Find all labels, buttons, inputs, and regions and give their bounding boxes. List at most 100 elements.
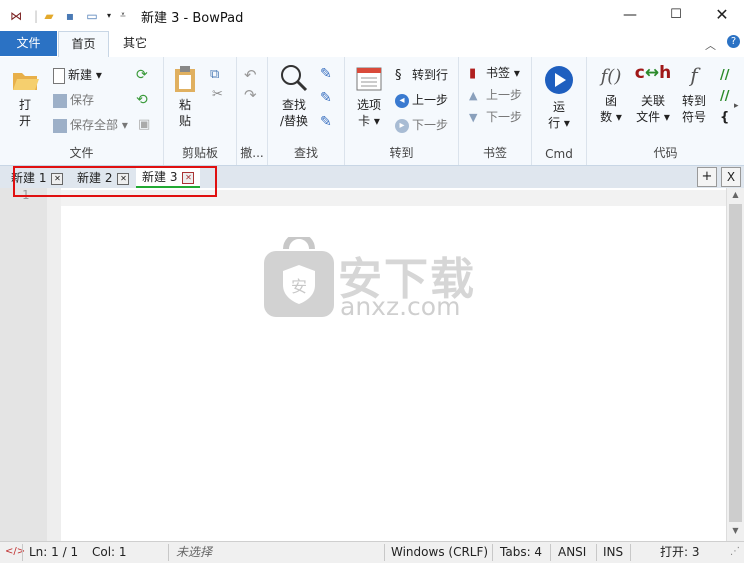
find-select-icon[interactable]: ✎ [320,114,332,130]
status-insert-mode[interactable]: INS [603,542,623,563]
save-all-button[interactable]: 保存全部 ▾ [53,116,128,134]
new-tab-button[interactable]: + [697,167,717,187]
tab-other[interactable]: 其它 [110,31,160,56]
group-undo-label: 撤... [240,146,264,160]
bookmark-prev-icon: ▲ [469,88,478,102]
new-label: 新建 [68,68,93,82]
play-icon [545,66,573,94]
resize-grip-icon[interactable]: ⋰ [730,542,740,563]
find-replace-button[interactable]: 查找 /替换 [276,63,312,129]
bookmark-next-icon: ▼ [469,110,478,124]
functions-label-2: 数 ▾ [600,110,622,124]
help-icon[interactable]: ? [727,35,740,48]
vertical-scrollbar[interactable]: ▲ ▼ [726,188,744,541]
open-folder-icon[interactable]: ▰ [41,8,57,24]
undo-icon[interactable]: ↶ [244,66,257,84]
back-arrow-icon: ◂ [395,93,409,108]
group-find: 查找 /替换 ✎ ✎ ✎ 查找 [268,57,345,165]
save-icon[interactable]: ▪ [62,8,78,24]
ribbon-scroll-right-icon[interactable]: ▸ [734,101,739,111]
ribbon-tab-row: 文件 首页 其它 ︿ ? [0,31,744,58]
comment-icon[interactable]: ////{ [720,65,730,128]
options-label-1: 选项 [356,98,381,112]
status-eol[interactable]: Windows (CRLF) [391,542,488,563]
reload-icon[interactable]: ⟳ [136,67,148,83]
group-find-label: 查找 [293,146,318,160]
scroll-down-icon[interactable]: ▼ [729,526,742,538]
status-line[interactable]: Ln: 1 / 1 [29,542,78,563]
goto-next-button[interactable]: ▸ 下一步 [395,116,448,134]
bookmark-label: 书签 [486,66,511,80]
copy-icon[interactable]: ⧉ [210,67,219,82]
new-button[interactable]: 新建 ▾ [53,66,102,84]
reload-all-icon[interactable]: ⟲ [136,92,148,108]
window-title: 新建 3 - BowPad [141,11,244,26]
goto-line-icon: § [395,67,402,83]
title-bar: ⋈ | ▰ ▪ ▭ ▾ ⩡ 新建 3 - BowPad — ☐ ✕ [0,0,744,32]
save-label: 保存 [70,93,95,107]
window-menu-icon[interactable]: ▭ [84,8,100,24]
bookmark-prev-button[interactable]: ▲ 上一步 [469,86,522,104]
functions-button[interactable]: f() 函 数 ▾ [593,68,629,125]
watermark-url: anxz.com [340,292,461,321]
related-files-label-2: 文件 ▾ [636,110,670,124]
goto-next-label: 下一步 [412,118,449,132]
related-files-button[interactable]: c↔h 关联 文件 ▾ [633,65,673,125]
find-next-icon[interactable]: ✎ [320,66,332,82]
group-goto: 选项 卡 ▾ § 转到行 ◂ 上一步 ▸ 下一步 转到 [345,57,459,165]
close-all-button[interactable]: X [721,167,741,187]
status-tabs[interactable]: Tabs: 4 [500,542,542,563]
scrollbar-thumb[interactable] [729,204,742,522]
bookmark-prev-label: 上一步 [486,88,523,102]
functions-label-1: 函 [604,94,617,108]
options-tab-button[interactable]: 选项 卡 ▾ [351,65,387,129]
cut-icon[interactable]: ✂ [212,87,223,102]
collapse-ribbon-icon[interactable]: ︿ [705,37,716,53]
fold-margin[interactable] [47,188,61,541]
goto-prev-label: 上一步 [412,93,449,107]
group-bookmarks-label: 书签 [482,146,507,160]
goto-prev-button[interactable]: ◂ 上一步 [395,91,448,109]
minimize-button[interactable]: — [607,0,653,31]
text-editor[interactable]: 安 安下载 anxz.com [61,188,726,541]
open-label-2: 开 [18,114,31,128]
paste-button[interactable]: 粘 贴 [170,65,200,129]
tab-file[interactable]: 文件 [0,31,57,56]
app-icon: ⋈ [10,9,22,23]
goto-symbol-label-1: 转到 [681,94,706,108]
redo-icon[interactable]: ↷ [244,86,257,104]
goto-symbol-button[interactable]: f 转到 符号 [677,63,711,125]
options-label-2: 卡 ▾ [358,114,380,128]
svg-text:安: 安 [291,277,307,296]
customize-toolbar-icon[interactable]: ⩡ [115,8,131,24]
open-label-1: 打 [18,98,31,112]
bookmark-button[interactable]: ▮ 书签 ▾ [469,64,520,82]
save-all-icon [53,118,67,133]
tab-home[interactable]: 首页 [58,31,109,58]
related-files-icon: c↔h [634,63,672,83]
save-button[interactable]: 保存 [53,91,94,109]
close-button[interactable]: ✕ [699,0,744,31]
maximize-button[interactable]: ☐ [653,0,699,31]
scroll-up-icon[interactable]: ▲ [729,190,742,202]
magnifier-icon [281,65,308,92]
status-encoding[interactable]: ANSI [558,542,586,563]
bookmark-next-label: 下一步 [486,110,523,124]
group-code: f() 函 数 ▾ c↔h 关联 文件 ▾ f 转到 符号 ////{ ▸ 代码 [587,57,744,165]
status-column: Col: 1 [92,545,127,559]
symbol-icon: f [690,63,698,87]
group-bookmarks: ▮ 书签 ▾ ▲ 上一步 ▼ 下一步 书签 [459,57,532,165]
open-folder-icon [13,73,39,90]
find-prev-icon[interactable]: ✎ [320,90,332,106]
watermark-logo-icon: 安 [264,233,334,319]
save-icon [53,93,67,108]
run-button[interactable]: 运 行 ▾ [541,65,577,131]
run-label-2: 行 ▾ [548,116,570,130]
open-button[interactable]: 打 开 [8,65,42,129]
status-open-count: 打开: 3 [660,545,700,559]
goto-line-button[interactable]: § 转到行 [395,66,448,84]
group-code-label: 代码 [653,146,678,160]
bookmark-next-button[interactable]: ▼ 下一步 [469,108,522,126]
goto-symbol-label-2: 符号 [681,110,706,124]
lock-icon[interactable]: ▣ [138,117,150,132]
